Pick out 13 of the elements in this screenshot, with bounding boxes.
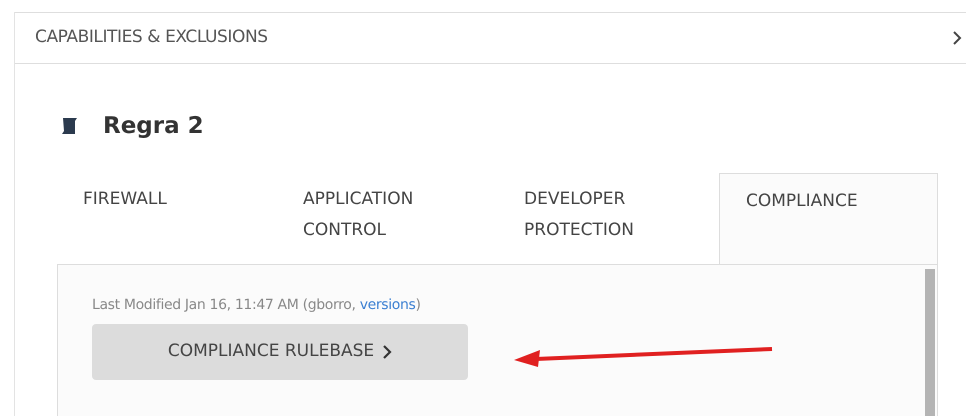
tab[interactable]: APPLICATION CONTROL — [277, 172, 498, 264]
rule-title: Regra 2 — [103, 112, 204, 141]
compliance-rulebase-button[interactable]: COMPLIANCE RULEBASE — [92, 324, 468, 380]
tab[interactable]: FIREWALL — [57, 172, 277, 264]
section-header[interactable]: CAPABILITIES & EXCLUSIONS — [15, 12, 966, 64]
tab[interactable]: DEVELOPER PROTECTION — [498, 172, 719, 264]
tab[interactable]: COMPLIANCE — [719, 173, 938, 265]
versions-link[interactable]: versions — [360, 297, 416, 313]
last-modified-text: Last Modified Jan 16, 11:47 AM (gborro, versions) — [92, 296, 422, 315]
chevron-right-icon — [382, 344, 392, 360]
section-title: CAPABILITIES & EXCLUSIONS — [35, 26, 268, 50]
chevron-right-icon — [952, 30, 962, 46]
scrollbar[interactable] — [925, 269, 935, 416]
